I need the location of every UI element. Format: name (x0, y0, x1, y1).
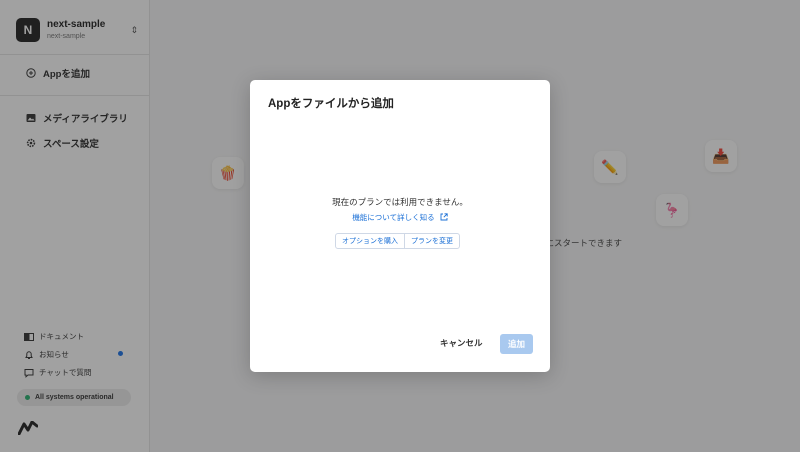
external-link-icon (440, 213, 448, 223)
learn-more-label: 機能について詳しく知る (352, 213, 435, 222)
change-plan-button[interactable]: プランを変更 (405, 234, 459, 248)
dialog-title: Appをファイルから追加 (268, 98, 394, 110)
cancel-button[interactable]: キャンセル (440, 337, 483, 349)
add-button[interactable]: 追加 (500, 334, 533, 354)
plan-unavailable-message: 現在のプランでは利用できません。 (332, 197, 468, 207)
learn-more-link[interactable]: 機能について詳しく知る (250, 212, 550, 223)
buy-option-button[interactable]: オプションを購入 (336, 234, 404, 248)
plan-action-group: オプションを購入 プランを変更 (335, 233, 460, 249)
add-app-from-file-dialog: Appをファイルから追加 現在のプランでは利用できません。 機能について詳しく知… (250, 80, 550, 372)
